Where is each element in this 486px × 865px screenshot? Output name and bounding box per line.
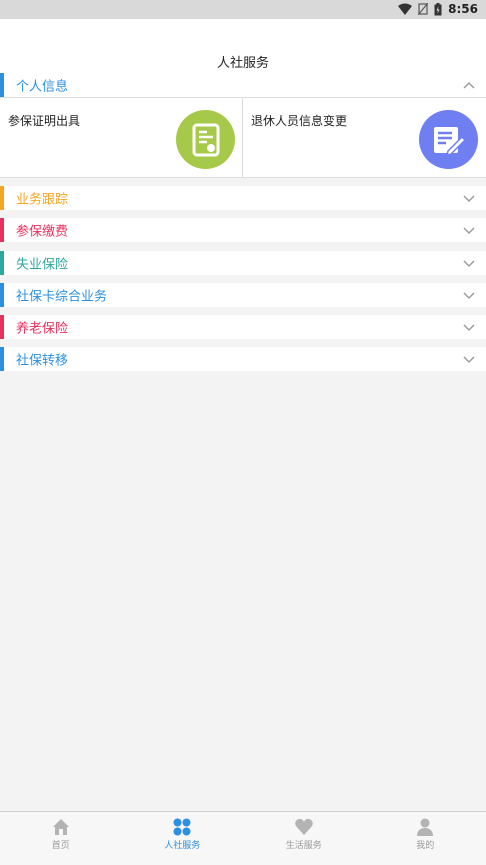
chevron-down-icon[interactable]	[462, 223, 476, 237]
section-label: 社保卡综合业务	[16, 286, 107, 305]
apps-icon	[172, 817, 192, 837]
section-insurance-transfer[interactable]: 社保转移	[0, 347, 486, 371]
heart-icon	[294, 817, 314, 837]
section-social-security-card[interactable]: 社保卡综合业务	[0, 283, 486, 307]
chevron-down-icon[interactable]	[462, 288, 476, 302]
battery-icon	[434, 3, 442, 16]
section-pension-insurance[interactable]: 养老保险	[0, 315, 486, 339]
section-color-bar	[0, 186, 4, 210]
app-header: 人社服务	[0, 19, 486, 73]
page-title: 人社服务	[0, 52, 486, 71]
personal-info-grid: 参保证明出具 退休人员信息变更	[0, 97, 486, 178]
service-tile-insurance-certificate[interactable]: 参保证明出具	[0, 98, 243, 177]
section-unemployment-insurance[interactable]: 失业保险	[0, 251, 486, 275]
tab-hr-services[interactable]: 人社服务	[122, 812, 244, 865]
tab-label: 人社服务	[122, 838, 244, 851]
tab-home[interactable]: 首页	[0, 812, 122, 865]
chevron-down-icon[interactable]	[462, 191, 476, 205]
tab-label: 我的	[365, 838, 486, 851]
tile-label: 参保证明出具	[8, 112, 80, 129]
status-icons: 8:56	[398, 2, 478, 16]
certificate-icon	[176, 110, 235, 169]
section-color-bar	[0, 347, 4, 371]
chevron-up-icon[interactable]	[462, 78, 476, 92]
status-time: 8:56	[448, 2, 478, 16]
edit-document-icon	[419, 110, 478, 169]
section-color-bar	[0, 315, 4, 339]
tab-mine[interactable]: 我的	[365, 812, 486, 865]
service-tile-retiree-info-change[interactable]: 退休人员信息变更	[243, 98, 486, 177]
tab-life-services[interactable]: 生活服务	[243, 812, 365, 865]
section-personal-info[interactable]: 个人信息	[0, 73, 486, 97]
section-color-bar	[0, 218, 4, 242]
section-color-bar	[0, 73, 4, 97]
status-bar: 8:56	[0, 0, 486, 19]
section-label: 业务跟踪	[16, 189, 68, 208]
tile-label: 退休人员信息变更	[251, 112, 347, 129]
chevron-down-icon[interactable]	[462, 320, 476, 334]
no-sim-icon	[418, 3, 428, 15]
section-label: 失业保险	[16, 254, 68, 273]
tab-label: 生活服务	[243, 838, 365, 851]
wifi-icon	[398, 3, 412, 15]
bottom-tab-bar: 首页 人社服务 生活服务 我的	[0, 811, 486, 865]
chevron-down-icon[interactable]	[462, 256, 476, 270]
section-label: 社保转移	[16, 350, 68, 369]
section-label: 养老保险	[16, 318, 68, 337]
chevron-down-icon[interactable]	[462, 352, 476, 366]
user-icon	[415, 817, 435, 837]
home-icon	[51, 817, 71, 837]
section-color-bar	[0, 283, 4, 307]
section-label: 个人信息	[16, 76, 68, 95]
section-business-tracking[interactable]: 业务跟踪	[0, 186, 486, 210]
section-color-bar	[0, 251, 4, 275]
section-label: 参保缴费	[16, 221, 68, 240]
tab-label: 首页	[0, 838, 122, 851]
section-insurance-payment[interactable]: 参保缴费	[0, 218, 486, 242]
